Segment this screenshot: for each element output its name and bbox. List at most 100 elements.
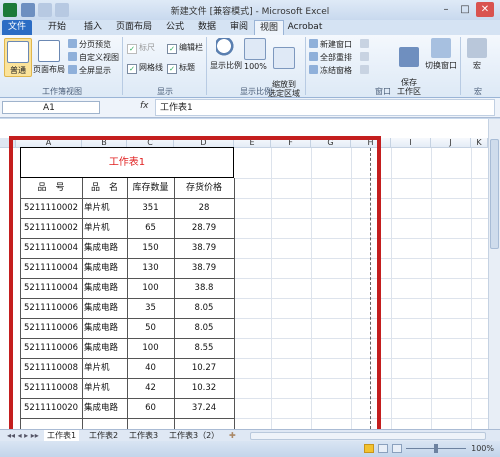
- freeze-panes-button[interactable]: 冻结窗格: [309, 65, 352, 76]
- cell-product-name[interactable]: 集成电路: [84, 338, 118, 358]
- gridline: [234, 258, 488, 259]
- cell-product-name[interactable]: 单片机: [84, 378, 110, 398]
- column-header[interactable]: I: [391, 138, 431, 148]
- tab-insert[interactable]: 插入: [78, 20, 108, 35]
- hide-button[interactable]: [360, 52, 371, 62]
- save-icon[interactable]: [21, 3, 35, 17]
- cell-product-name[interactable]: 集成电路: [84, 398, 118, 418]
- column-header[interactable]: E: [234, 138, 271, 148]
- cell-product-name[interactable]: 集成电路: [84, 238, 118, 258]
- cell-price[interactable]: 10.27: [174, 358, 234, 378]
- tab-acrobat[interactable]: Acrobat: [286, 20, 324, 35]
- cell-stock-qty[interactable]: 42: [127, 378, 174, 398]
- cell-product-name[interactable]: 单片机: [84, 198, 110, 218]
- column-header[interactable]: J: [431, 138, 471, 148]
- cell-product-no[interactable]: 5211110006: [24, 298, 78, 318]
- cell-price[interactable]: 8.55: [174, 338, 234, 358]
- cell-product-name[interactable]: 单片机: [84, 358, 110, 378]
- split-button[interactable]: [360, 39, 371, 49]
- cell-stock-qty[interactable]: 60: [127, 398, 174, 418]
- vertical-scrollbar[interactable]: [488, 119, 500, 429]
- cell-product-no[interactable]: 5211110006: [24, 318, 78, 338]
- normal-view-status-icon[interactable]: [364, 444, 374, 453]
- cell-price[interactable]: 38.8: [174, 278, 234, 298]
- undo-icon[interactable]: [38, 3, 52, 17]
- gridlines-checkbox[interactable]: ✓ 网格线: [127, 62, 163, 74]
- ruler-checkbox[interactable]: ✓ 标尺: [127, 42, 155, 54]
- cell-product-no[interactable]: 5211110006: [24, 338, 78, 358]
- tab-formulas[interactable]: 公式: [160, 20, 190, 35]
- column-header[interactable]: H: [351, 138, 391, 148]
- cell-product-no[interactable]: 5211110004: [24, 258, 78, 278]
- page-break-status-icon[interactable]: [392, 444, 402, 453]
- minimize-button[interactable]: –: [437, 2, 455, 17]
- cell-stock-qty[interactable]: 35: [127, 298, 174, 318]
- cell-stock-qty[interactable]: 100: [127, 338, 174, 358]
- tab-data[interactable]: 数据: [192, 20, 222, 35]
- cell-price[interactable]: 38.79: [174, 238, 234, 258]
- cell-stock-qty[interactable]: 65: [127, 218, 174, 238]
- cell-product-no[interactable]: 5211110002: [24, 218, 78, 238]
- cell-stock-qty[interactable]: 351: [127, 198, 174, 218]
- cell-stock-qty[interactable]: 40: [127, 358, 174, 378]
- formula-input[interactable]: 工作表1: [155, 99, 495, 116]
- tab-home[interactable]: 开始: [42, 20, 72, 35]
- cell-product-name[interactable]: 集成电路: [84, 318, 118, 338]
- cell-product-name[interactable]: 集成电路: [84, 258, 118, 278]
- cell-stock-qty[interactable]: 100: [127, 278, 174, 298]
- cell-product-no[interactable]: 5211110004: [24, 238, 78, 258]
- cell-product-name[interactable]: 集成电路: [84, 278, 118, 298]
- cell-price[interactable]: 38.79: [174, 258, 234, 278]
- arrange-all-button[interactable]: 全部重排: [309, 52, 352, 63]
- switch-windows-button[interactable]: 切换窗口: [424, 38, 458, 71]
- page-break-preview-button[interactable]: 分页预览: [68, 39, 111, 50]
- unhide-button[interactable]: [360, 65, 371, 75]
- tab-file[interactable]: 文件: [2, 20, 32, 35]
- headings-checkbox[interactable]: ✓ 标题: [167, 62, 195, 74]
- formula-bar-checkbox[interactable]: ✓ 编辑栏: [167, 42, 203, 54]
- scrollbar-thumb[interactable]: [490, 139, 499, 249]
- tab-view[interactable]: 视图: [254, 20, 284, 36]
- page-layout-status-icon[interactable]: [378, 444, 388, 453]
- column-header[interactable]: F: [271, 138, 311, 148]
- cell-price[interactable]: 37.24: [174, 398, 234, 418]
- cell-product-name[interactable]: 单片机: [84, 218, 110, 238]
- custom-views-button[interactable]: 自定义视图: [68, 52, 119, 63]
- cell-product-no[interactable]: 5211110004: [24, 278, 78, 298]
- cell-stock-qty[interactable]: 150: [127, 238, 174, 258]
- zoom-button[interactable]: 显示比例: [210, 38, 242, 71]
- maximize-button[interactable]: □: [456, 2, 474, 17]
- close-button[interactable]: ✕: [476, 2, 494, 17]
- cell-product-no[interactable]: 5211110020: [24, 398, 78, 418]
- spreadsheet-grid[interactable]: A B C D E F G H I J K 工作表1 品 号 品 名 库存数量: [0, 119, 488, 429]
- select-all-corner[interactable]: [0, 138, 16, 148]
- cell-product-name[interactable]: 集成电路: [84, 298, 118, 318]
- cell-product-no[interactable]: 5211110008: [24, 378, 78, 398]
- cell-price[interactable]: 8.05: [174, 318, 234, 338]
- macros-button[interactable]: 宏: [464, 38, 490, 71]
- cell-price[interactable]: 10.32: [174, 378, 234, 398]
- normal-view-button[interactable]: 普通: [4, 38, 32, 77]
- name-box[interactable]: A1: [2, 101, 100, 114]
- horizontal-scrollbar[interactable]: [250, 432, 486, 440]
- cell-stock-qty[interactable]: 130: [127, 258, 174, 278]
- page-layout-view-button[interactable]: 页面布局: [33, 40, 65, 75]
- gridline: [391, 148, 392, 429]
- tab-review[interactable]: 审阅: [224, 20, 254, 35]
- cell-price[interactable]: 28: [174, 198, 234, 218]
- zoom-100-button[interactable]: 100%: [244, 38, 267, 71]
- redo-icon[interactable]: [55, 3, 69, 17]
- cell-product-no[interactable]: 5211110002: [24, 198, 78, 218]
- fx-icon[interactable]: fx: [140, 101, 149, 111]
- cell-product-no[interactable]: 5211110008: [24, 358, 78, 378]
- column-header[interactable]: G: [311, 138, 351, 148]
- full-screen-button[interactable]: 全屏显示: [68, 65, 111, 76]
- new-window-button[interactable]: 新建窗口: [309, 39, 352, 50]
- column-header[interactable]: K: [471, 138, 488, 148]
- zoom-slider-thumb[interactable]: [434, 444, 438, 453]
- sheet-title-cell[interactable]: 工作表1: [20, 147, 234, 178]
- cell-price[interactable]: 28.79: [174, 218, 234, 238]
- cell-price[interactable]: 8.05: [174, 298, 234, 318]
- tab-page-layout[interactable]: 页面布局: [112, 20, 156, 35]
- cell-stock-qty[interactable]: 50: [127, 318, 174, 338]
